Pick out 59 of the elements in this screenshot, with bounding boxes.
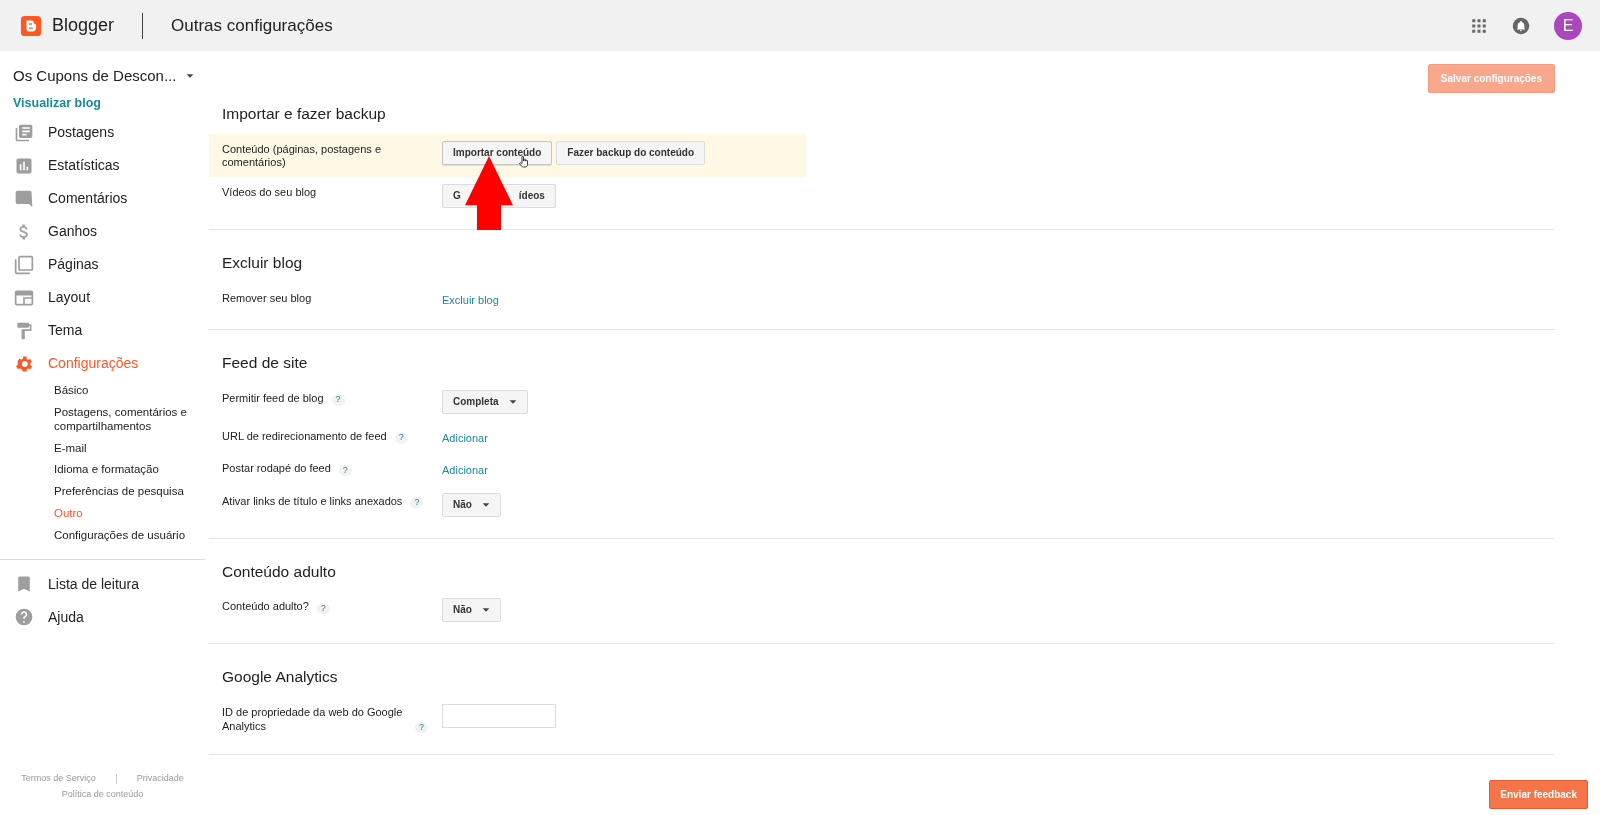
- account-avatar[interactable]: E: [1554, 11, 1582, 40]
- text-input-field[interactable]: [442, 703, 556, 728]
- section-heading: Feed de site: [221, 353, 309, 374]
- section-heading: Excluir blog: [221, 253, 304, 274]
- setting-label: Conteúdo (páginas, postagens e comentários): [222, 142, 382, 171]
- dropdown-button[interactable]: Completa: [442, 389, 528, 414]
- setting-label: Vídeos do seu blog: [222, 186, 317, 200]
- setting-label: Conteúdo adulto?: [222, 600, 309, 615]
- nav-item[interactable]: Ganhos: [0, 215, 205, 249]
- paint-roller-icon: [14, 320, 34, 341]
- help-icon[interactable]: ?: [394, 432, 408, 444]
- comment-icon: [14, 188, 34, 209]
- apps-grid-icon[interactable]: [1470, 16, 1488, 35]
- setting-label: Postar rodapé do feed: [222, 462, 331, 477]
- setting-label: ID de propriedade da web do Google Analytics: [222, 705, 404, 734]
- help-icon: [14, 607, 34, 628]
- text-link[interactable]: Adicionar: [442, 427, 488, 447]
- dropdown-button[interactable]: Não: [442, 492, 501, 517]
- pages-icon: [14, 254, 34, 275]
- text-link[interactable]: Excluir blog: [442, 289, 499, 309]
- text-link[interactable]: Adicionar: [442, 460, 488, 479]
- subnav-item[interactable]: Configurações de usuário: [0, 524, 205, 547]
- subnav-item[interactable]: Idioma e formatação: [0, 459, 205, 482]
- caret-icon: [508, 397, 517, 406]
- view-blog-link[interactable]: Visualizar blog: [0, 87, 205, 117]
- setting-label: Ativar links de título e links anexados: [222, 494, 403, 509]
- nav-item[interactable]: Comentários: [0, 182, 205, 216]
- page-title: Outras configurações: [171, 14, 333, 37]
- help-icon[interactable]: ?: [410, 497, 424, 509]
- section-heading: Conteúdo adulto: [221, 561, 337, 582]
- section-heading: Google Analytics: [221, 667, 339, 688]
- help-icon[interactable]: ?: [316, 602, 330, 615]
- dropdown-button[interactable]: Não: [442, 598, 501, 623]
- help-icon[interactable]: ?: [331, 394, 345, 406]
- setting-label: Permitir feed de blog: [222, 391, 324, 406]
- notifications-icon[interactable]: [1512, 16, 1530, 35]
- help-icon[interactable]: ?: [338, 464, 352, 477]
- setting-label: URL de redirecionamento de feed: [222, 429, 387, 444]
- nav-item[interactable]: Lista de leitura: [0, 567, 205, 601]
- setting-label: Remover seu blog: [222, 291, 312, 306]
- nav-item[interactable]: Ajuda: [0, 600, 205, 634]
- brand-name: Blogger: [52, 14, 115, 37]
- nav-item[interactable]: Páginas: [0, 248, 205, 282]
- caret-icon: [481, 500, 490, 509]
- blog-selector[interactable]: Os Cupons de Descon...: [0, 51, 205, 88]
- subnav-item[interactable]: Preferências de pesquisa: [0, 481, 205, 504]
- nav-item[interactable]: Estatísticas: [0, 149, 205, 183]
- action-button[interactable]: Importar conteúdo: [442, 140, 553, 165]
- posts-icon: [14, 122, 34, 143]
- blogger-logo-icon: [20, 14, 42, 37]
- subnav-item[interactable]: Básico: [0, 380, 205, 403]
- section-heading: Importar e fazer backup: [221, 104, 387, 124]
- subnav-item[interactable]: E-mail: [0, 437, 205, 460]
- help-icon[interactable]: ?: [415, 722, 428, 734]
- nav-item[interactable]: Postagens: [0, 116, 205, 150]
- subnav-item[interactable]: Postagens, comentários e compartilhamentos: [0, 402, 205, 438]
- action-button[interactable]: Fazer backup do conteúdo: [556, 140, 706, 165]
- nav-item[interactable]: Layout: [0, 281, 205, 315]
- nav-item[interactable]: Tema: [0, 314, 205, 348]
